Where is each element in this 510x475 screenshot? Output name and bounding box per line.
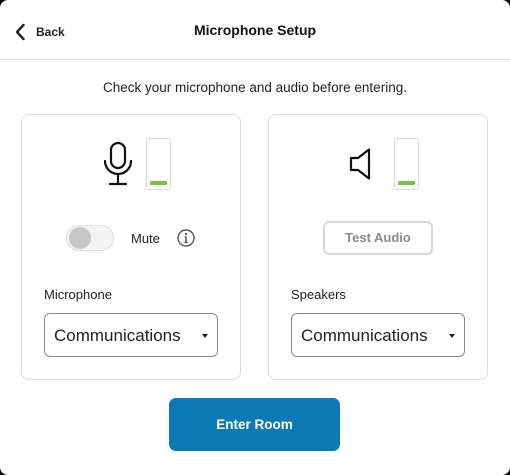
microphone-setup-dialog: Back Microphone Setup Check your microph… bbox=[0, 0, 510, 475]
microphone-panel: Mute Microphone Communications bbox=[21, 114, 241, 380]
microphone-level-fill bbox=[150, 181, 167, 185]
speaker-icon bbox=[349, 148, 371, 180]
instructions-text: Check your microphone and audio before e… bbox=[103, 80, 407, 95]
mute-toggle-knob bbox=[69, 227, 91, 249]
microphone-icon bbox=[103, 141, 133, 186]
dialog-header: Back Microphone Setup bbox=[0, 0, 510, 60]
microphone-select-value: Communications bbox=[54, 326, 181, 345]
speakers-panel: Test Audio Speakers Communications bbox=[268, 114, 488, 380]
microphone-field-label: Microphone bbox=[44, 287, 112, 302]
speakers-level-fill bbox=[398, 181, 415, 185]
caret-down-icon bbox=[202, 334, 208, 338]
speakers-level-meter bbox=[394, 138, 419, 190]
enter-room-button[interactable]: Enter Room bbox=[169, 398, 340, 451]
caret-down-icon bbox=[449, 334, 455, 338]
speakers-select-value: Communications bbox=[301, 326, 428, 345]
speakers-select[interactable]: Communications bbox=[291, 313, 465, 357]
mute-label: Mute bbox=[131, 231, 160, 246]
speakers-field-label: Speakers bbox=[291, 287, 346, 302]
info-icon[interactable] bbox=[176, 228, 196, 248]
mute-toggle[interactable] bbox=[66, 225, 114, 251]
microphone-level-meter bbox=[146, 138, 171, 190]
test-audio-button[interactable]: Test Audio bbox=[323, 221, 433, 255]
page-title: Microphone Setup bbox=[193, 22, 317, 38]
microphone-select[interactable]: Communications bbox=[44, 313, 218, 357]
